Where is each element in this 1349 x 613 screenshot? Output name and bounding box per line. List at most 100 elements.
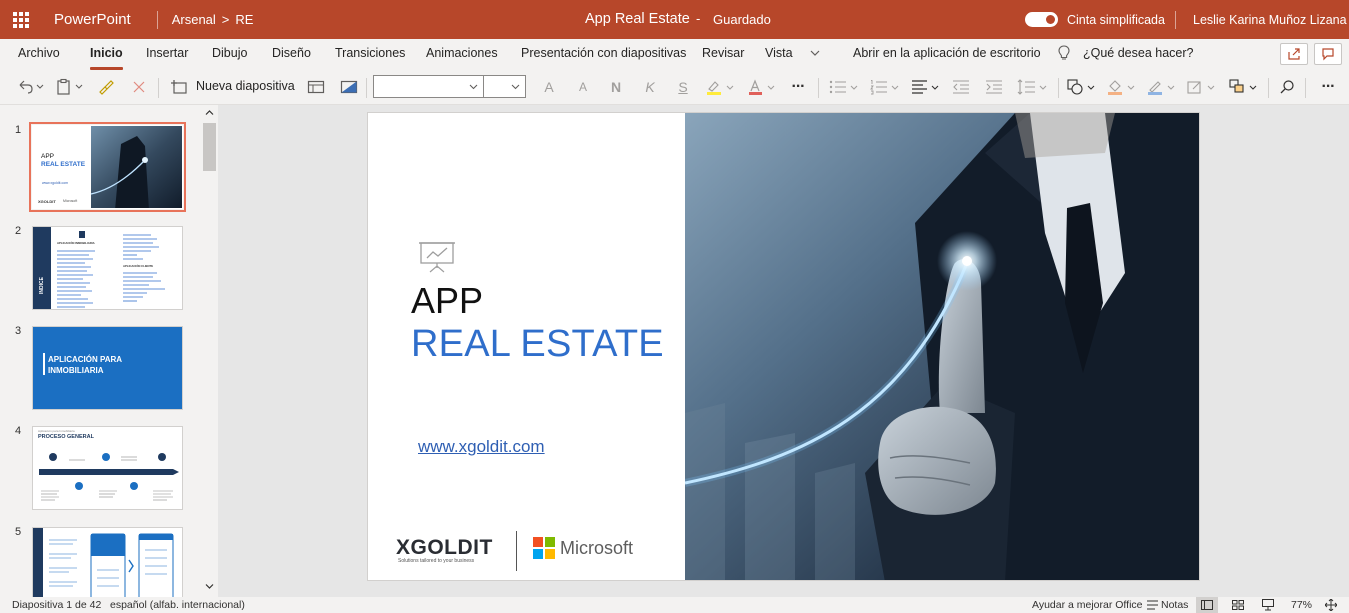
thumbnail-1-real-estate: REAL ESTATE [41,161,86,168]
font-name-dropdown[interactable] [373,75,484,98]
slide-thumbnail-pane[interactable]: 1 APP REAL ESTATE www.xgoldit.com XGOLDI… [0,105,201,597]
thumbnail-2-heading-2: APLICACIÓN CLIENTE [123,264,154,268]
slide-sorter-icon[interactable] [1232,600,1244,610]
close-icon [133,81,145,93]
tab-animaciones[interactable]: Animaciones [426,46,498,60]
thumbnail-number: 1 [15,124,22,136]
slide-thumbnail-1[interactable]: APP REAL ESTATE www.xgoldit.com XGOLDIT … [29,122,186,212]
tab-archivo[interactable]: Archivo [18,46,60,60]
layout-icon [307,80,325,94]
increase-font-button[interactable]: A [538,77,560,97]
find-button[interactable] [1277,77,1297,97]
numbering-button[interactable] [869,77,903,97]
italic-icon: K [645,79,655,95]
title-separator [156,10,158,29]
clipboard-icon [57,78,83,95]
thumbnail-3-title: APLICACIÓN PARA INMOBILIARIA [48,355,122,375]
slide-title-line-1[interactable]: APP [411,283,483,319]
comments-button[interactable] [1314,43,1342,65]
new-slide-label[interactable]: Nueva diapositiva [196,79,295,93]
normal-view-button[interactable] [1196,597,1218,613]
numbered-list-icon [870,80,899,95]
clear-formatting-button[interactable] [129,77,149,97]
arrange-button[interactable] [1228,77,1262,97]
xgoldit-tagline: Solutions tailored to your business [398,558,475,564]
breadcrumb-folder[interactable]: Arsenal [172,12,216,27]
slide-thumbnail-3[interactable]: APLICACIÓN PARA INMOBILIARIA [32,326,183,410]
help-improve-link[interactable]: Ayudar a mejorar Office [1032,599,1143,611]
thumbnail-1-logo1: XGOLDIT [38,199,56,204]
thumbnail-1-logo2: Microsoft [63,199,78,203]
undo-button[interactable] [14,77,46,97]
decrease-font-button[interactable]: A [572,77,594,97]
open-in-desktop-button[interactable]: Abrir en la aplicación de escritorio [853,46,1041,60]
simplified-ribbon-toggle[interactable] [1025,12,1058,27]
microsoft-logo-icon [533,537,555,559]
language-indicator[interactable]: español (alfab. internacional) [110,599,245,611]
shapes-button[interactable] [1066,77,1100,97]
slide-canvas[interactable]: APP REAL ESTATE www.xgoldit.com XGOLDIT … [367,112,1200,581]
shape-effects-button[interactable] [1186,77,1220,97]
slide-thumbnail-5[interactable] [32,527,183,597]
businessman-photo [685,113,1199,580]
chevron-down-icon[interactable] [205,583,214,590]
slide-title-line-2[interactable]: REAL ESTATE [411,325,664,363]
thumbnail-3-bar [43,353,45,375]
breadcrumb-file[interactable]: RE [235,12,253,27]
tab-diseno[interactable]: Diseño [272,46,311,60]
slide-thumbnail-2[interactable]: INDICE APLICACIÓN INMOBILIARIA APLICACIÓ… [32,226,183,310]
app-name[interactable]: PowerPoint [54,11,131,28]
paste-button[interactable] [56,77,86,97]
thumbnail-2-graphic [33,227,165,309]
chevron-up-icon[interactable] [205,109,214,116]
shape-outline-button[interactable] [1146,77,1180,97]
tab-vista[interactable]: Vista [765,46,793,60]
title-bar: PowerPoint Arsenal > RE App Real Estate … [0,0,1349,39]
bullets-button[interactable] [828,77,862,97]
slide-thumbnail-4[interactable]: Aplicación para Inmobiliaria PROCESO GEN… [32,426,183,510]
chevron-down-icon [469,84,478,90]
shape-fill-button[interactable] [1106,77,1140,97]
tab-transiciones[interactable]: Transiciones [335,46,405,60]
slide-background-button[interactable] [338,77,360,97]
slide-hero-photo[interactable] [685,113,1199,580]
tab-revisar[interactable]: Revisar [702,46,744,60]
more-icon: ··· [1321,78,1336,95]
highlight-color-button[interactable] [704,77,738,97]
scrollbar-thumb[interactable] [203,123,216,171]
thumbnail-scrollbar[interactable] [201,105,218,597]
app-launcher-button[interactable] [0,0,42,39]
layout-button[interactable] [305,77,327,97]
format-painter-button[interactable] [96,77,116,97]
italic-button[interactable]: K [640,77,660,97]
zoom-level[interactable]: 77% [1291,599,1312,611]
font-size-dropdown[interactable] [483,75,526,98]
user-name[interactable]: Leslie Karina Muñoz Lizana [1193,13,1347,27]
increase-indent-button[interactable] [983,77,1005,97]
tab-dibujo[interactable]: Dibujo [212,46,247,60]
highlighter-icon [707,81,734,95]
tab-insertar[interactable]: Insertar [146,46,188,60]
reading-view-icon[interactable] [1262,599,1274,611]
tab-presentacion[interactable]: Presentación con diapositivas [521,46,686,60]
slide-website-link[interactable]: www.xgoldit.com [418,437,545,457]
underline-button[interactable]: S [673,77,693,97]
new-slide-button[interactable] [168,77,190,97]
chevron-down-icon[interactable] [808,46,822,60]
share-button[interactable] [1280,43,1308,65]
tell-me-search[interactable]: ¿Qué desea hacer? [1083,46,1194,60]
title-separator-2 [1175,11,1176,29]
document-title[interactable]: App Real Estate [585,11,690,27]
outdent-icon [953,80,969,94]
bold-button[interactable]: N [606,77,626,97]
more-font-options-button[interactable]: ··· [786,77,810,97]
ribbon-overflow-button[interactable]: ··· [1317,77,1339,97]
tab-inicio[interactable]: Inicio [90,46,123,70]
effects-icon [1187,81,1215,94]
line-spacing-button[interactable] [1016,77,1050,97]
fit-to-window-icon[interactable] [1325,599,1337,611]
font-color-button[interactable] [746,77,780,97]
align-button[interactable] [910,77,944,97]
decrease-indent-button[interactable] [950,77,972,97]
notes-button[interactable]: Notas [1161,599,1188,611]
